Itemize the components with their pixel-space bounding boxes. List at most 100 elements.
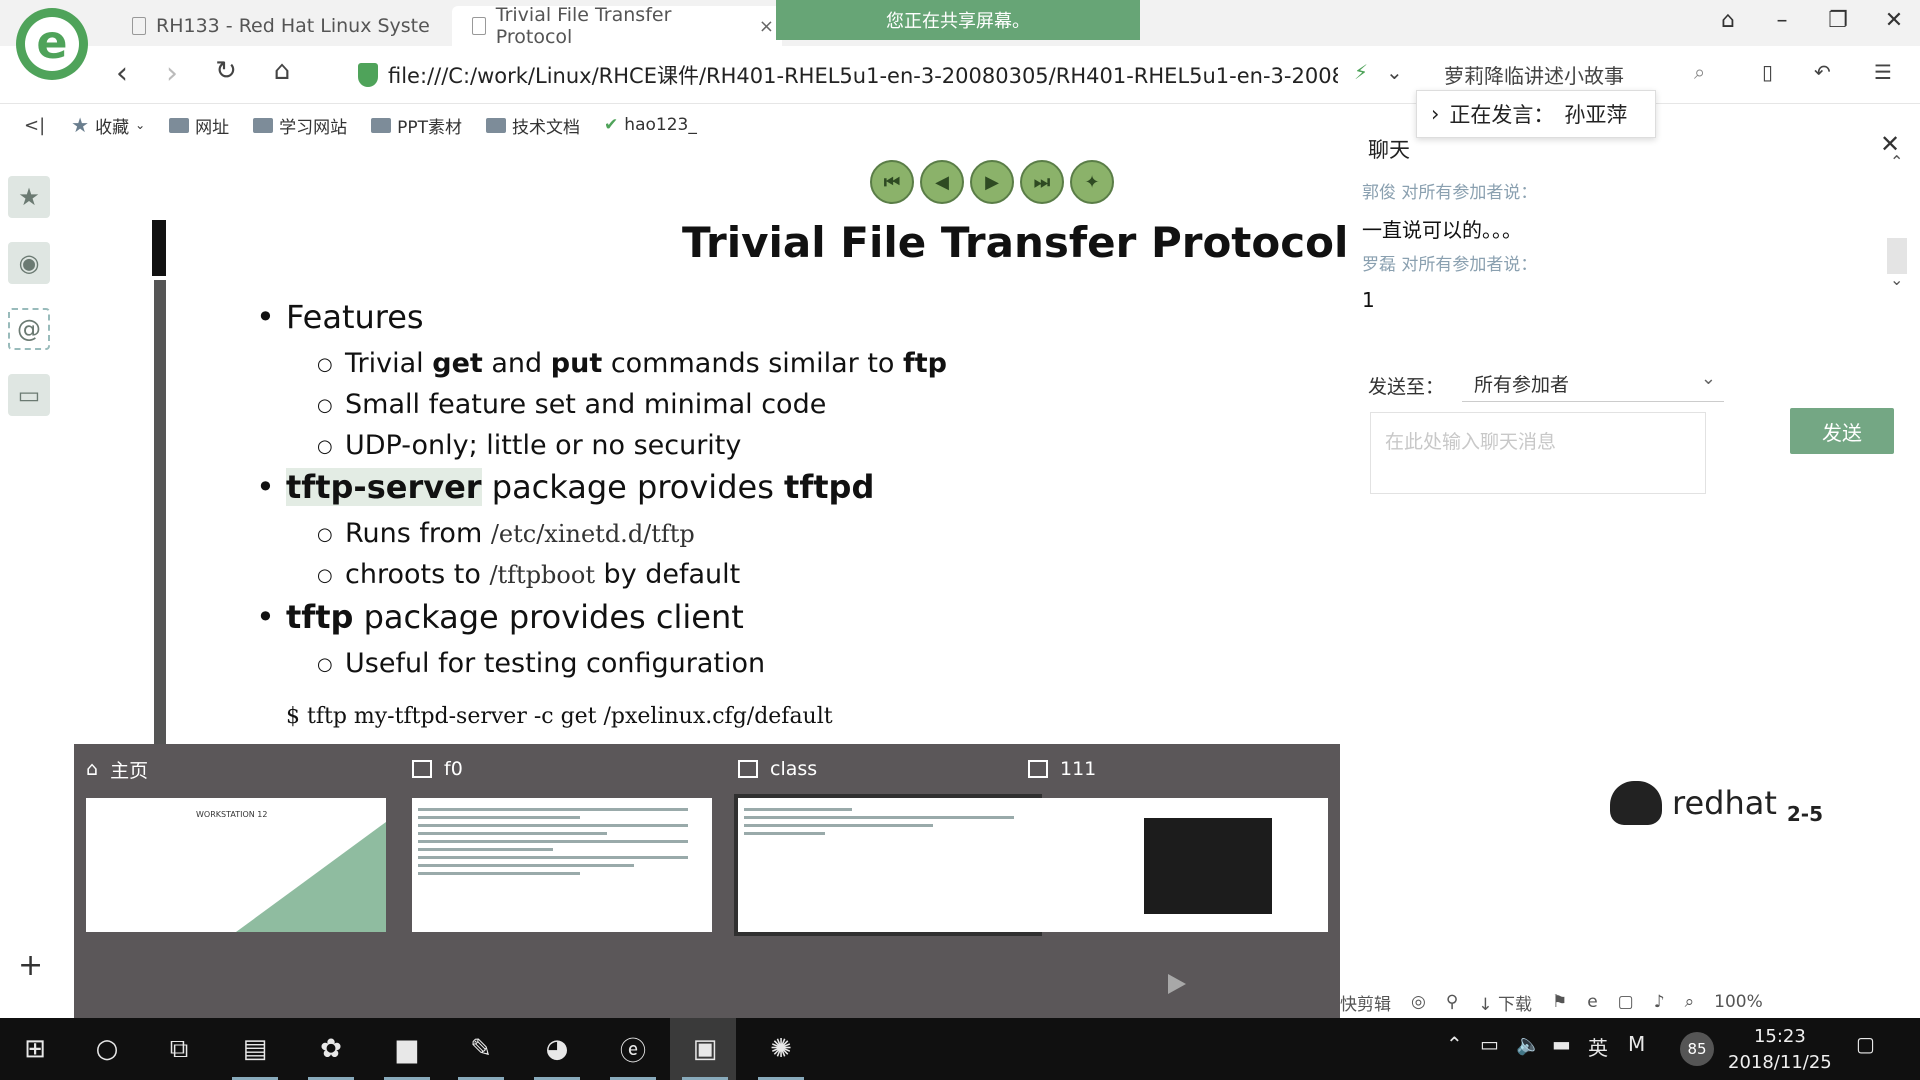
pin-icon[interactable]: ⚲	[1446, 992, 1458, 1012]
clip-button[interactable]: 快剪辑	[1340, 990, 1391, 1015]
windows-start-icon[interactable]: ⊞	[16, 1030, 54, 1068]
back-button[interactable]: ‹	[102, 56, 142, 91]
mail-at-icon[interactable]: @	[8, 308, 50, 350]
scrollbar-thumb[interactable]	[1887, 238, 1907, 274]
chat-bubble-icon[interactable]: ▭	[8, 374, 50, 416]
ime-indicator[interactable]: 英	[1588, 1032, 1608, 1061]
skin-icon[interactable]: ⌂	[1708, 8, 1748, 33]
speed-icon[interactable]: ◎	[1411, 992, 1426, 1012]
bullet-tftp-server: tftp-server package provides tftpd	[256, 468, 874, 506]
compass-icon[interactable]: ✦	[1070, 160, 1114, 204]
chevron-down-icon[interactable]: ⌄	[1386, 60, 1403, 84]
switcher-item-class[interactable]: class	[734, 754, 1042, 936]
restore-button[interactable]: ❐	[1818, 8, 1858, 33]
flag-icon[interactable]: ⚑	[1552, 992, 1567, 1012]
paint-icon[interactable]: ✺	[758, 1030, 804, 1080]
play-icon[interactable]	[1168, 974, 1186, 994]
tablet-icon[interactable]: ▯	[1762, 60, 1773, 84]
notifications-icon[interactable]: ▢	[1856, 1032, 1875, 1056]
minimize-button[interactable]: –	[1762, 8, 1802, 33]
zoom-icon[interactable]: ⌕	[1685, 992, 1695, 1012]
url-field[interactable]: file:///C:/work/Linux/RHCE课件/RH401-RHEL5…	[388, 60, 1338, 90]
vmware-icon[interactable]: ▣	[682, 1030, 728, 1080]
sidebar-toggle-icon[interactable]: <|	[24, 115, 45, 136]
download-button[interactable]: ↓ 下载	[1478, 990, 1532, 1015]
slide-side-bar	[154, 280, 166, 750]
pinwheel-app-icon[interactable]: ✿	[308, 1030, 354, 1080]
chat-app-icon[interactable]: ▤	[232, 1030, 278, 1080]
weibo-icon[interactable]: ◉	[8, 242, 50, 284]
browser-taskbar-icon[interactable]: ⓔ	[610, 1030, 656, 1080]
favorites-star-icon[interactable]: ★	[8, 176, 50, 218]
tab-label: Trivial File Transfer Protocol	[495, 4, 672, 48]
search-hint[interactable]: 萝莉降临讲述小故事	[1444, 60, 1624, 89]
home-button[interactable]: ⌂	[262, 56, 302, 86]
chat-message-input[interactable]: 在此处输入聊天消息	[1370, 412, 1706, 494]
ie-icon[interactable]: e	[1587, 992, 1597, 1012]
folder-icon	[371, 117, 392, 133]
next-slide-button[interactable]: ▶	[970, 160, 1014, 204]
scroll-up-icon[interactable]: ⌃	[1890, 152, 1903, 171]
window-icon	[1028, 760, 1048, 778]
add-icon[interactable]: +	[18, 948, 43, 983]
bookmark-item[interactable]: ✔ hao123_	[604, 115, 697, 135]
tab-rh133[interactable]: RH133 - Red Hat Linux Syste	[112, 6, 452, 46]
cortana-icon[interactable]: ○	[88, 1030, 126, 1068]
bookmark-item[interactable]: PPT素材	[371, 113, 462, 138]
example-command: $ tftp my-tftpd-server -c get /pxelinux.…	[286, 704, 833, 729]
bookmark-item[interactable]: 学习网站	[253, 113, 347, 138]
document-icon	[132, 17, 146, 35]
performance-badge[interactable]: 85	[1680, 1032, 1714, 1066]
tab-label: RH133 - Red Hat Linux Syste	[156, 15, 430, 37]
lightning-icon[interactable]: ⚡	[1354, 60, 1368, 84]
task-view-icon[interactable]: ⧉	[160, 1030, 198, 1068]
volume-icon[interactable]: ♪	[1654, 992, 1665, 1012]
first-slide-button[interactable]: ⏮	[870, 160, 914, 204]
switcher-item-111[interactable]: 111	[1028, 754, 1328, 932]
tray-chevron-up-icon[interactable]: ⌃	[1446, 1032, 1463, 1056]
menu-icon[interactable]: ☰	[1874, 60, 1892, 84]
undo-icon[interactable]: ↶	[1814, 60, 1831, 84]
chevron-right-icon[interactable]: ›	[1431, 102, 1439, 126]
refresh-button[interactable]: ↻	[206, 56, 246, 86]
message-sender: 罗磊 对所有参加者说：	[1362, 255, 1538, 275]
folder-icon	[253, 117, 274, 133]
message-text: 一直说可以的。。。	[1362, 218, 1522, 242]
last-slide-button[interactable]: ⏭	[1020, 160, 1064, 204]
folder-icon	[169, 117, 190, 133]
prev-slide-button[interactable]: ◀	[920, 160, 964, 204]
shadowman-icon	[1610, 781, 1662, 825]
switcher-item-f0[interactable]: f0	[412, 754, 712, 932]
screen: RH133 - Red Hat Linux Syste Trivial File…	[0, 0, 1920, 1080]
bookmark-item[interactable]: 网址	[169, 113, 229, 138]
file-explorer-icon[interactable]: ▆	[384, 1030, 430, 1080]
search-icon[interactable]: ⌕	[1694, 60, 1705, 84]
windows-taskbar: ⊞ ○ ⧉ ▤ ✿ ▆ ✎ ◕ ⓔ ▣ ✺ ⌃ ▭ 🔈 ▬ 英 M 85 15:…	[0, 1018, 1920, 1080]
scroll-down-icon[interactable]: ⌄	[1890, 270, 1903, 289]
message-sender: 郭俊 对所有参加者说：	[1362, 183, 1538, 203]
switcher-item-home[interactable]: ⌂ 主页 WORKSTATION 12	[86, 754, 386, 932]
close-tab-icon[interactable]: ×	[759, 16, 774, 37]
recipient-select[interactable]: 所有参加者 ⌄	[1462, 362, 1724, 402]
chevron-down-icon: ⌄	[1700, 368, 1716, 389]
mail-m-icon[interactable]: M	[1628, 1032, 1645, 1056]
bookmark-favorites[interactable]: ★ 收藏 ⌄	[71, 113, 145, 138]
send-button[interactable]: 发送	[1790, 408, 1894, 454]
sub-bullet: Useful for testing configuration	[317, 648, 765, 679]
network-icon[interactable]: ▭	[1480, 1032, 1499, 1056]
zoom-level[interactable]: 100%	[1714, 992, 1763, 1012]
browser-logo[interactable]: e	[16, 8, 88, 80]
battery-icon[interactable]: ▬	[1552, 1032, 1571, 1056]
tab-tftp[interactable]: Trivial File Transfer Protocol ×	[452, 4, 782, 48]
notepad-icon[interactable]: ✎	[458, 1030, 504, 1080]
window-thumbnail	[734, 794, 1042, 936]
close-window-button[interactable]: ✕	[1874, 8, 1914, 33]
forward-button[interactable]: ›	[152, 56, 192, 91]
system-clock[interactable]: 15:23 2018/11/25	[1728, 1024, 1832, 1076]
speaker-icon[interactable]: 🔈	[1516, 1032, 1541, 1056]
slide-title: Trivial File Transfer Protocol	[682, 218, 1349, 267]
firefox-icon[interactable]: ◕	[534, 1030, 580, 1080]
window-icon[interactable]: ▢	[1618, 992, 1634, 1012]
bookmark-item[interactable]: 技术文档	[486, 113, 580, 138]
task-switcher: ⌂ 主页 WORKSTATION 12 f0 class 111	[74, 744, 1340, 1018]
